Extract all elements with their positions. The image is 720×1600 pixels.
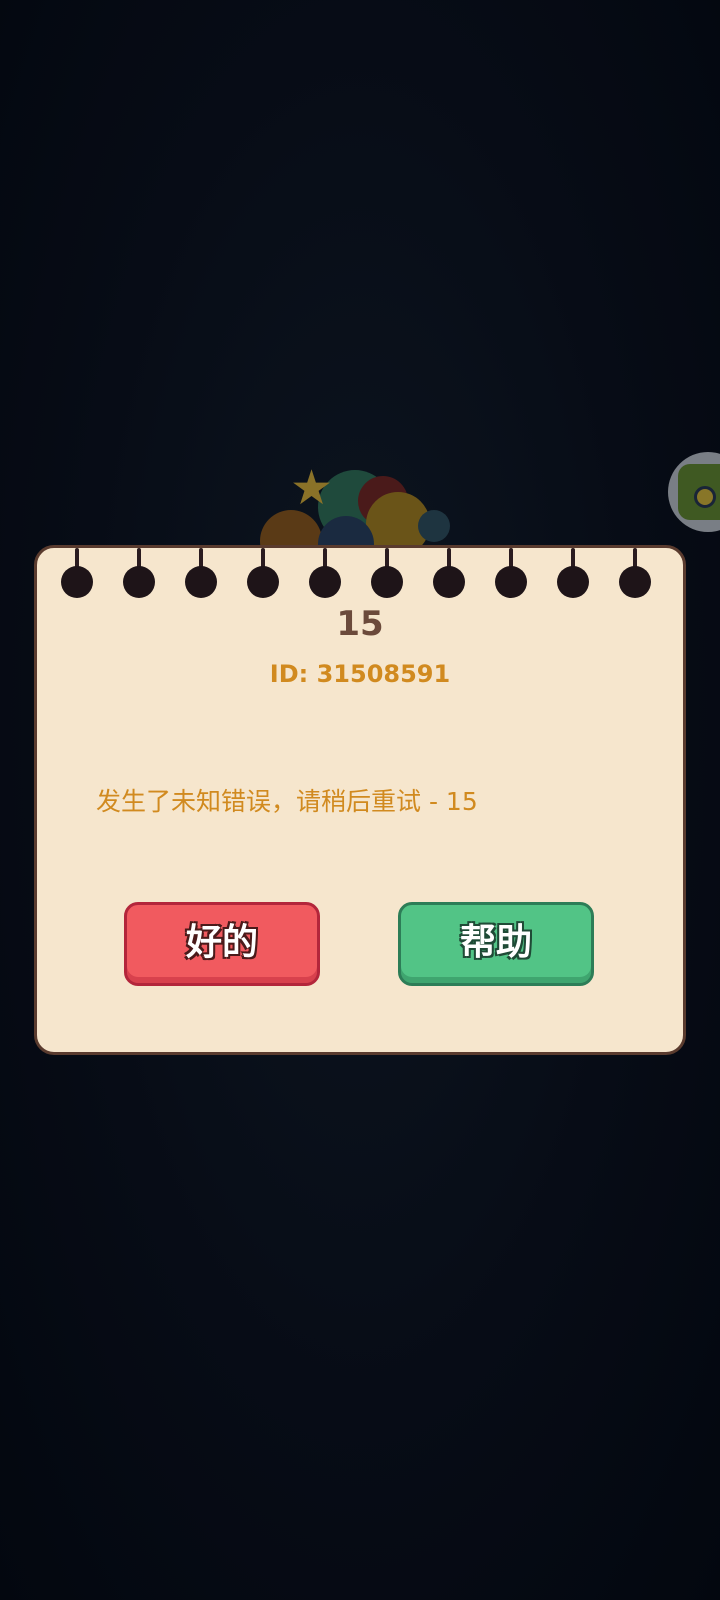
game-screen: ★ 15 ID: 31508591 发生了未知错误，请稍后重试 - 15 好的 … — [0, 0, 720, 1600]
dialog-title: 15 — [336, 604, 384, 644]
binder-ring — [619, 566, 651, 598]
binder-ring — [371, 566, 403, 598]
binder-ring — [185, 566, 217, 598]
app-icon-tile — [678, 464, 720, 520]
binder-ring — [123, 566, 155, 598]
binder-ring — [557, 566, 589, 598]
floating-app-icon[interactable] — [668, 452, 720, 532]
ball-dark-teal — [418, 510, 450, 542]
player-id-text: ID: 31508591 — [269, 660, 451, 688]
binder-ring — [309, 566, 341, 598]
colored-balls-decoration: ★ — [248, 460, 468, 572]
character-eye-icon — [694, 486, 716, 508]
binder-ring — [433, 566, 465, 598]
binder-ring — [61, 566, 93, 598]
error-message: 发生了未知错误，请稍后重试 - 15 — [96, 787, 478, 816]
help-button[interactable]: 帮助 — [398, 902, 594, 986]
star-icon: ★ — [290, 460, 334, 516]
binder-ring — [495, 566, 527, 598]
ok-button[interactable]: 好的 — [124, 902, 320, 986]
binder-ring — [247, 566, 279, 598]
